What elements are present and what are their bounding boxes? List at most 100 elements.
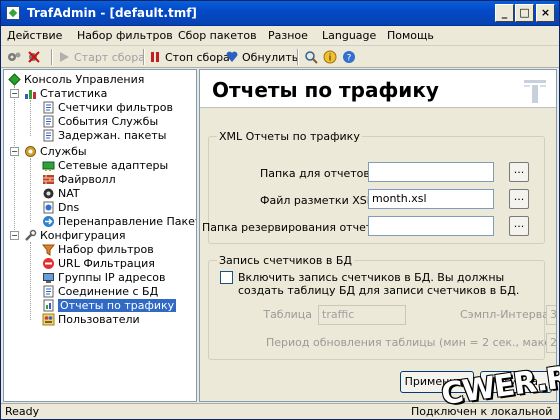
tree-item-label: Группы IP адресов [58, 270, 166, 284]
collapse-toggle[interactable]: − [10, 147, 19, 156]
tree-item-label: Соединение с БД [58, 284, 159, 298]
tree-item-nat[interactable]: NAT [42, 186, 80, 200]
menu-action[interactable]: Действие [7, 29, 62, 42]
tree-item-dns[interactable]: Dns [42, 200, 79, 214]
collapse-toggle[interactable]: − [10, 231, 19, 240]
xsl-file-browse-button[interactable]: ... [509, 189, 529, 209]
tree-item-firewall[interactable]: Файрволл [42, 172, 116, 186]
db-counters-legend: Запись счетчиков в БД [217, 254, 355, 267]
tree-item-label: Конфигурация [40, 228, 126, 242]
document-icon [43, 285, 54, 297]
gears-disable-icon [28, 51, 40, 63]
gears-icon [8, 52, 21, 61]
sample-interval-input[interactable]: 3 [546, 305, 556, 325]
tree-root-label: Консоль Управления [24, 72, 145, 86]
refresh-period-label: Период обновления таблицы (мин = 2 сек.,… [266, 336, 556, 349]
close-button[interactable]: × [536, 4, 555, 22]
reports-folder-input[interactable] [368, 162, 494, 182]
help-tool[interactable]: ? [342, 49, 356, 65]
xml-reports-legend: XML Отчеты по трафику [217, 130, 362, 143]
xsl-file-input[interactable]: month.xsl [368, 189, 494, 209]
settings-tool[interactable] [7, 49, 21, 65]
page-title: Отчеты по трафику [212, 78, 439, 102]
pause-icon [151, 52, 159, 62]
tree-item-ip-groups[interactable]: Группы IP адресов [42, 270, 166, 284]
collapse-toggle[interactable]: − [10, 89, 19, 98]
tree-item-label: События Службы [58, 114, 159, 128]
tree-item-users[interactable]: Пользователи [42, 312, 140, 326]
reports-folder-browse-button[interactable]: ... [509, 162, 529, 182]
navigation-tree: Консоль Управления − Статистика Счетчики… [3, 69, 197, 402]
tree-item-url-filtering[interactable]: URL Фильтрация [42, 256, 155, 270]
about-tool[interactable]: i [323, 49, 337, 65]
search-icon [305, 51, 318, 64]
tree-item-delayed-packets[interactable]: Задержан. пакеты [42, 128, 166, 142]
stop-capture-label: Стоп сбора [165, 50, 230, 64]
menu-bar: Действие Набор фильтров Сбор пакетов Раз… [1, 26, 559, 46]
status-text: Ready [5, 405, 40, 418]
tree-item-label: URL Фильтрация [58, 256, 155, 270]
tree-connector [14, 86, 15, 234]
tree-item-configuration[interactable]: Конфигурация [24, 228, 126, 242]
tree-item-label: Перенаправление Пакетов [58, 214, 196, 228]
tree-root[interactable]: Консоль Управления [8, 72, 144, 86]
tree-connector [30, 242, 31, 320]
tree-item-label: Набор фильтров [58, 242, 154, 256]
tree-item-traffic-reports[interactable]: Отчеты по трафику [42, 298, 177, 312]
tree-item-label: Сетевые адаптеры [58, 158, 169, 172]
dns-icon [43, 201, 54, 213]
backup-folder-input[interactable] [368, 216, 494, 236]
tree-item-packet-redirect[interactable]: Перенаправление Пакетов [42, 214, 196, 228]
tree-item-filter-set[interactable]: Набор фильтров [42, 242, 154, 256]
reports-folder-label: Папка для отчетов [260, 167, 370, 180]
tree-item-label: Dns [58, 200, 80, 214]
refresh-period-input[interactable]: 2 [546, 333, 556, 353]
enable-db-checkbox[interactable] [220, 271, 233, 284]
title-bar[interactable]: TrafAdmin - [default.tmf] _ □ × [1, 1, 559, 26]
toolbar-separator [297, 49, 299, 65]
tree-item-label: Счетчики фильтров [58, 100, 173, 114]
minimize-button[interactable]: _ [495, 4, 514, 22]
find-tool[interactable] [304, 49, 318, 65]
tree-item-statistics[interactable]: Статистика [24, 86, 107, 100]
filter-icon [42, 244, 55, 256]
menu-filter-set[interactable]: Набор фильтров [77, 29, 173, 42]
redirect-icon [43, 215, 54, 227]
xsl-file-label: Файл разметки XSL [260, 194, 373, 207]
menu-help[interactable]: Помощь [387, 29, 434, 42]
menu-language[interactable]: Language [322, 29, 376, 42]
report-icon [43, 299, 54, 311]
toolbar-separator [51, 49, 53, 65]
start-capture-button[interactable]: Старт сбора [57, 49, 145, 65]
document-icon [43, 129, 54, 141]
toolbar-separator [143, 49, 145, 65]
users-icon [42, 313, 55, 325]
tree-item-network-adapters[interactable]: Сетевые адаптеры [42, 158, 168, 172]
tree-item-label: Отчеты по трафику [58, 298, 177, 312]
url-filter-icon [43, 257, 54, 269]
tree-item-label: Службы [40, 144, 87, 158]
menu-packet-capture[interactable]: Сбор пакетов [178, 29, 257, 42]
table-name-input[interactable]: traffic [318, 305, 406, 325]
page-header: Отчеты по трафику [200, 70, 556, 108]
tree-item-db-connection[interactable]: Соединение с БД [42, 284, 158, 298]
tree-item-service-events[interactable]: События Службы [42, 114, 158, 128]
tree-item-services[interactable]: Службы [24, 144, 87, 158]
start-capture-label: Старт сбора [74, 50, 146, 64]
enable-db-checkbox-label: Включить запись счетчиков в БД. Вы должн… [238, 271, 520, 298]
backup-folder-browse-button[interactable]: ... [509, 216, 529, 236]
tree-item-label: Файрволл [58, 172, 116, 186]
info-icon: i [323, 50, 337, 64]
reset-button[interactable]: Обнулить [225, 49, 298, 65]
maximize-button[interactable]: □ [515, 4, 534, 22]
menu-misc[interactable]: Разное [268, 29, 308, 42]
content-panel: Отчеты по трафику XML Отчеты по трафику … [199, 69, 557, 402]
play-icon [60, 52, 69, 62]
tree-item-filter-counters[interactable]: Счетчики фильтров [42, 100, 173, 114]
disable-tool[interactable] [27, 49, 41, 65]
window-title: TrafAdmin - [default.tmf] [27, 6, 197, 20]
stop-capture-button[interactable]: Стоп сбора [148, 49, 230, 65]
network-card-icon [42, 161, 55, 171]
table-name-label: Таблица [263, 308, 312, 321]
tree-item-label: NAT [58, 186, 80, 200]
